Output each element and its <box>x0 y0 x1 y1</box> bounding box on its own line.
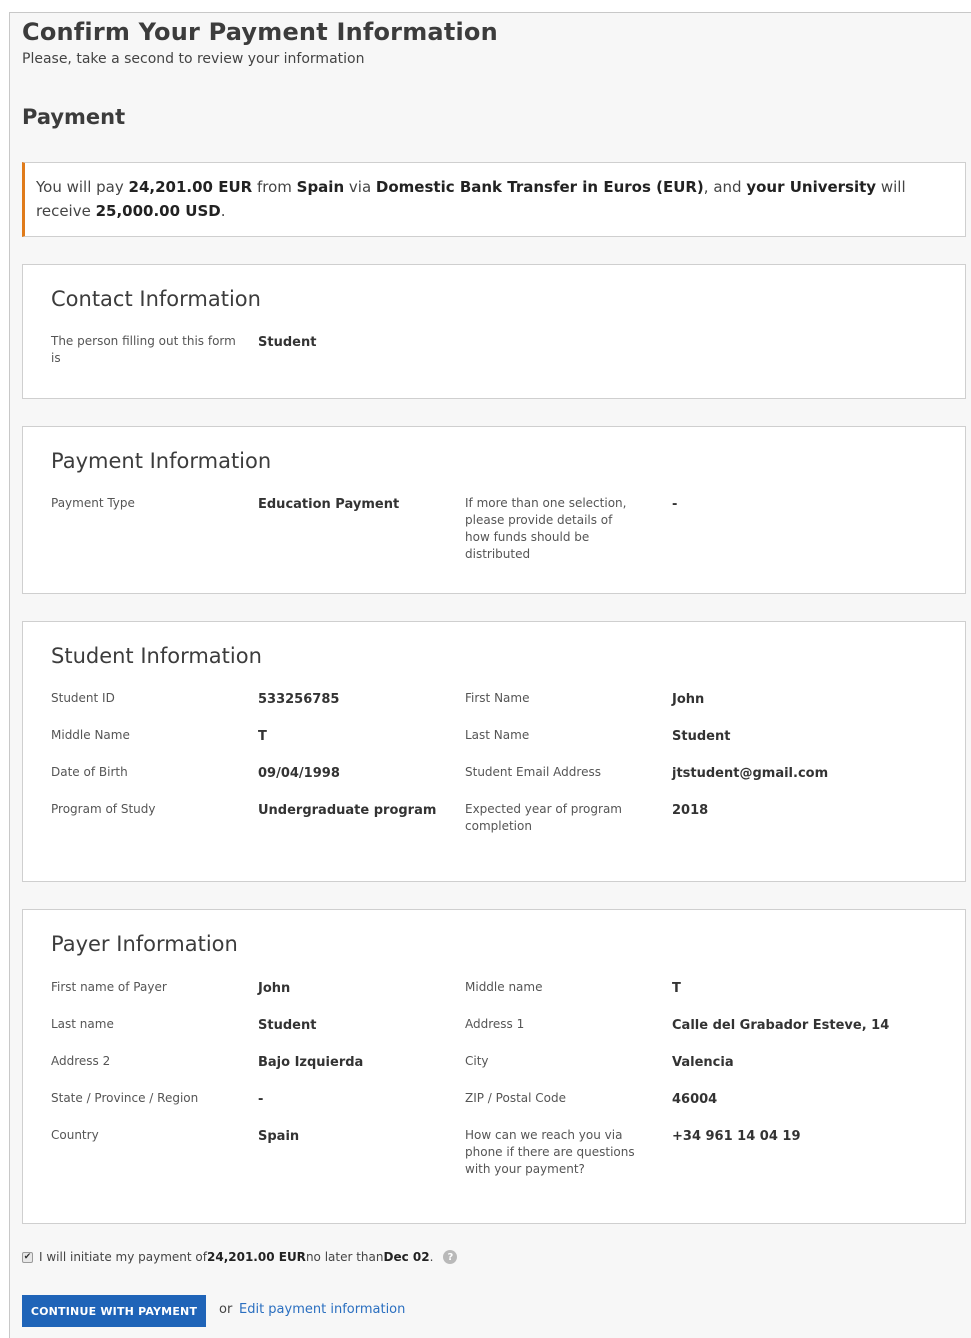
confirm-amount: 24,201.00 EUR <box>207 1250 306 1264</box>
payment-section-title: Payment <box>22 105 126 129</box>
student-id-label: Student ID <box>51 691 115 705</box>
confirm-text: no later than <box>305 1250 384 1264</box>
zip-value: 46004 <box>672 1092 718 1107</box>
contact-information-card: Contact Information The person filling o… <box>22 264 966 399</box>
contact-card-title: Contact Information <box>51 287 261 311</box>
continue-with-payment-button[interactable]: CONTINUE WITH PAYMENT <box>22 1295 206 1327</box>
date-of-birth-value: 09/04/1998 <box>258 766 340 781</box>
form-filler-value: Student <box>258 335 317 350</box>
or-text: or <box>219 1302 233 1317</box>
payment-card-title: Payment Information <box>51 449 272 473</box>
city-value: Valencia <box>672 1055 734 1070</box>
notice-text: , and <box>703 178 747 196</box>
payment-type-value: Education Payment <box>258 497 400 512</box>
date-of-birth-label: Date of Birth <box>51 765 128 779</box>
confirm-text: . <box>429 1250 434 1264</box>
payer-last-name-value: Student <box>258 1018 317 1033</box>
student-last-name-label: Last Name <box>465 728 530 742</box>
student-middle-name-value: T <box>258 729 267 744</box>
form-filler-label: The person filling out this form is <box>51 334 236 365</box>
payment-information-card: Payment Information Payment Type Educati… <box>22 426 966 594</box>
payment-confirmation-row: ✔ I will initiate my payment of 24,201.0… <box>22 1250 458 1264</box>
completion-year-label: Expected year of program completion <box>465 802 622 833</box>
distribution-details-label: If more than one selection, please provi… <box>465 496 627 561</box>
student-first-name-label: First Name <box>465 691 530 705</box>
confirm-date: Dec 02 <box>383 1250 430 1264</box>
notice-amount-received: 25,000.00 USD <box>95 202 221 220</box>
country-label: Country <box>51 1128 99 1142</box>
student-middle-name-label: Middle Name <box>51 728 130 742</box>
state-value: - <box>258 1092 264 1107</box>
payment-summary-notice: You will pay 24,201.00 EUR from Spain vi… <box>22 162 966 237</box>
student-card-title: Student Information <box>51 644 262 668</box>
payer-middle-name-value: T <box>672 981 681 996</box>
payer-last-name-label: Last name <box>51 1017 114 1031</box>
city-label: City <box>465 1054 489 1068</box>
address-1-label: Address 1 <box>465 1017 525 1031</box>
student-id-value: 533256785 <box>258 692 340 707</box>
address-1-value: Calle del Grabador Esteve, 14 <box>672 1018 890 1033</box>
student-last-name-value: Student <box>672 729 731 744</box>
notice-recipient: your University <box>746 178 877 196</box>
payment-type-label: Payment Type <box>51 496 135 510</box>
question-circle-icon[interactable]: ? <box>443 1250 458 1264</box>
completion-year-value: 2018 <box>672 803 709 818</box>
notice-text: You will pay <box>36 178 129 196</box>
notice-text: . <box>220 202 226 220</box>
phone-label: How can we reach you via phone if there … <box>465 1128 635 1176</box>
payer-information-card: Payer Information First name of Payer Jo… <box>22 909 966 1224</box>
address-2-label: Address 2 <box>51 1054 111 1068</box>
page-subtitle: Please, take a second to review your inf… <box>22 51 365 67</box>
address-2-value: Bajo Izquierda <box>258 1055 364 1070</box>
confirm-text: I will initiate my payment of <box>39 1250 207 1264</box>
state-label: State / Province / Region <box>51 1091 199 1105</box>
phone-value: +34 961 14 04 19 <box>672 1129 801 1144</box>
program-of-study-value: Undergraduate program <box>258 803 437 818</box>
payer-card-title: Payer Information <box>51 932 238 956</box>
edit-payment-information-link[interactable]: Edit payment information <box>239 1302 405 1317</box>
student-first-name-value: John <box>672 692 705 707</box>
payer-first-name-value: John <box>258 981 291 996</box>
distribution-details-value: - <box>672 497 678 512</box>
student-information-card: Student Information Student ID 533256785… <box>22 621 966 882</box>
payer-first-name-label: First name of Payer <box>51 980 167 994</box>
notice-country: Spain <box>296 178 345 196</box>
notice-text: from <box>252 178 297 196</box>
checkbox-checked-icon[interactable]: ✔ <box>22 1251 33 1263</box>
payer-middle-name-label: Middle name <box>465 980 543 994</box>
zip-label: ZIP / Postal Code <box>465 1091 566 1105</box>
notice-method: Domestic Bank Transfer in Euros (EUR) <box>375 178 704 196</box>
program-of-study-label: Program of Study <box>51 802 156 816</box>
notice-amount-paid: 24,201.00 EUR <box>128 178 253 196</box>
country-value: Spain <box>258 1129 300 1144</box>
notice-text: via <box>344 178 376 196</box>
page-title: Confirm Your Payment Information <box>22 18 498 46</box>
student-email-label: Student Email Address <box>465 765 601 779</box>
student-email-value: jtstudent@gmail.com <box>672 766 829 781</box>
